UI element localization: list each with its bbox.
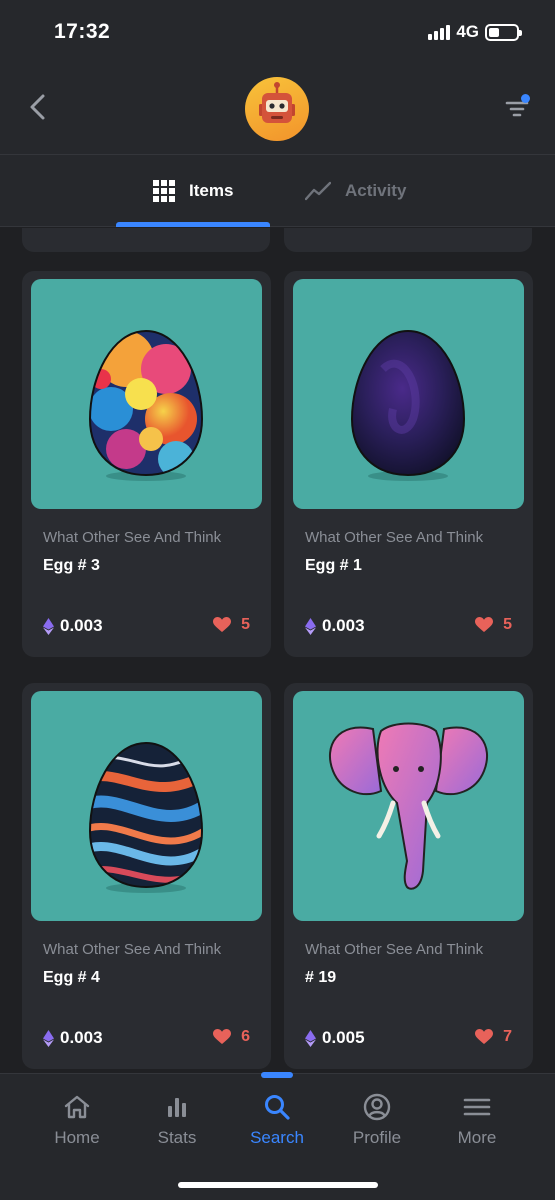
card-stub-right: [284, 228, 532, 252]
card-like-count: 7: [503, 1028, 512, 1045]
card-price-value: 0.003: [60, 616, 103, 635]
card-like-button[interactable]: 5: [213, 616, 250, 634]
active-nav-indicator: [261, 1072, 293, 1078]
items-grid[interactable]: What Other See And Think Egg # 3 0.003 5…: [0, 228, 555, 1073]
nav-more-label: More: [457, 1128, 497, 1147]
card-collection-name: What Other See And Think: [43, 529, 222, 546]
nft-card[interactable]: What Other See And Think Egg # 4 0.003 6: [22, 683, 271, 1069]
nft-image-egg-purple: [293, 279, 524, 509]
home-icon: [64, 1095, 90, 1119]
nft-card[interactable]: What Other See And Think Egg # 3 0.003 5: [22, 271, 271, 657]
card-like-count: 6: [241, 1028, 250, 1045]
card-price: 0.003: [43, 1028, 103, 1048]
tab-activity[interactable]: Activity: [305, 155, 406, 227]
status-time: 17:32: [54, 20, 111, 43]
card-stub-left: [22, 228, 270, 252]
nav-stats[interactable]: Stats: [127, 1092, 227, 1148]
home-indicator[interactable]: [178, 1182, 378, 1188]
nav-search-label: Search: [250, 1128, 304, 1147]
card-title: Egg # 4: [43, 969, 100, 986]
card-like-count: 5: [241, 616, 250, 633]
nft-image-egg-rainbow: [31, 279, 262, 509]
ethereum-icon: [43, 1029, 54, 1047]
filter-badge-dot: [521, 94, 530, 103]
tab-items[interactable]: Items: [153, 155, 233, 227]
tab-bar: Items Activity: [0, 155, 555, 227]
nav-stats-label: Stats: [157, 1128, 197, 1147]
nav-more[interactable]: More: [427, 1092, 527, 1148]
card-title: Egg # 3: [43, 557, 100, 574]
heart-icon: [213, 1029, 232, 1044]
nft-card[interactable]: What Other See And Think Egg # 1 0.003 5: [284, 271, 533, 657]
search-icon: [265, 1095, 290, 1120]
collection-avatar[interactable]: [245, 77, 309, 141]
active-tab-indicator: [116, 222, 270, 227]
ethereum-icon: [43, 617, 54, 635]
card-price: 0.003: [305, 616, 365, 636]
trend-line-icon: [305, 181, 331, 201]
profile-icon: [363, 1093, 391, 1121]
card-price-value: 0.005: [322, 1028, 365, 1047]
header: [0, 62, 555, 155]
card-title: Egg # 1: [305, 557, 362, 574]
card-collection-name: What Other See And Think: [43, 941, 222, 958]
signal-icon: [428, 24, 451, 40]
tab-activity-label: Activity: [345, 181, 407, 200]
card-like-button[interactable]: 6: [213, 1028, 250, 1046]
nav-search[interactable]: Search: [227, 1092, 327, 1148]
card-like-button[interactable]: 7: [475, 1028, 512, 1046]
heart-icon: [213, 617, 232, 632]
heart-icon: [475, 617, 494, 632]
ethereum-icon: [305, 617, 316, 635]
stats-icon: [168, 1098, 186, 1117]
nav-home[interactable]: Home: [27, 1092, 127, 1148]
grid-icon: [153, 180, 175, 202]
card-price: 0.003: [43, 616, 103, 636]
nft-image-egg-marble: [31, 691, 262, 921]
menu-icon: [463, 1098, 491, 1116]
card-price: 0.005: [305, 1028, 365, 1048]
card-collection-name: What Other See And Think: [305, 941, 484, 958]
card-collection-name: What Other See And Think: [305, 529, 484, 546]
card-title: # 19: [305, 969, 337, 986]
bottom-nav: Home Stats Search Profile More: [0, 1072, 555, 1200]
back-chevron-icon[interactable]: [24, 92, 54, 122]
nft-card[interactable]: What Other See And Think # 19 0.005 7: [284, 683, 533, 1069]
nft-image-pink-elephant: [293, 691, 524, 921]
battery-icon: [485, 23, 522, 41]
heart-icon: [475, 1029, 494, 1044]
nav-home-label: Home: [54, 1128, 100, 1147]
nav-profile-label: Profile: [352, 1128, 402, 1147]
card-like-button[interactable]: 5: [475, 616, 512, 634]
status-bar: 17:32 4G: [0, 0, 555, 62]
card-price-value: 0.003: [322, 616, 365, 635]
robot-icon: [259, 82, 295, 123]
card-price-value: 0.003: [60, 1028, 103, 1047]
tab-items-label: Items: [189, 181, 234, 200]
nav-profile[interactable]: Profile: [327, 1092, 427, 1148]
status-indicators: 4G: [428, 22, 522, 42]
card-like-count: 5: [503, 616, 512, 633]
ethereum-icon: [305, 1029, 316, 1047]
network-type: 4G: [456, 22, 479, 41]
